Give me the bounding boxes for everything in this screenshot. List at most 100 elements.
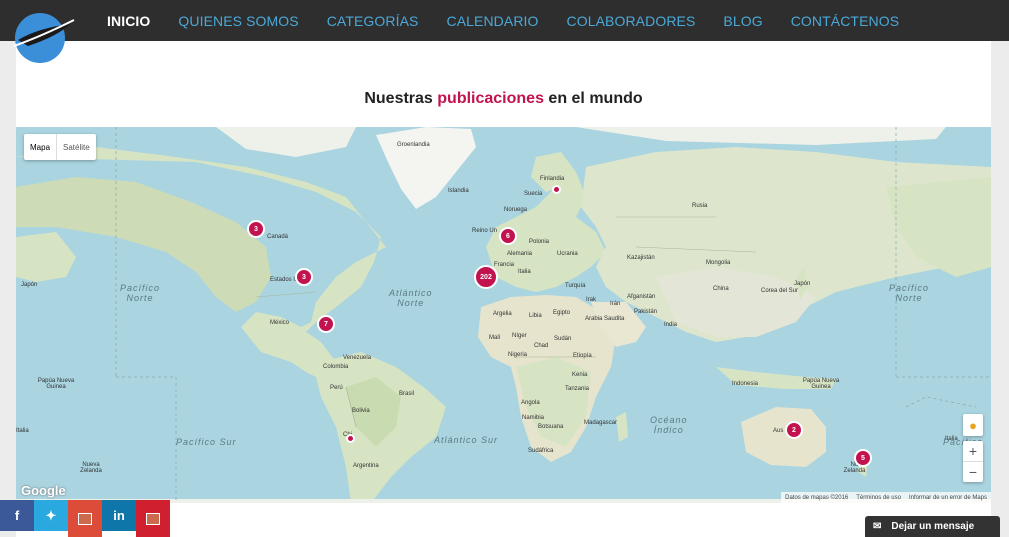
street-view-pegman-icon[interactable]: ● — [963, 414, 983, 436]
terms-link[interactable]: Términos de uso — [852, 495, 905, 501]
leave-message-button[interactable]: ✉ Dejar un mensaje — [865, 516, 1000, 537]
zoom-out-button[interactable]: − — [963, 461, 983, 482]
report-error-link[interactable]: Informar de un error de Maps — [905, 495, 991, 501]
map-data-credit: Datos de mapas ©2016 — [785, 494, 849, 501]
broken-image-icon — [146, 512, 160, 525]
map-label: Tanzania — [565, 386, 590, 392]
map-label: Aus — [773, 428, 784, 434]
map-marker-mexico[interactable]: 7 — [317, 315, 335, 333]
top-navigation-bar: INICIO QUIENES SOMOS CATEGORÍAS CALENDAR… — [0, 0, 1009, 41]
map-label: México — [270, 320, 290, 326]
world-map[interactable]: Mapa Satélite Groenlandia Islandia Finla… — [16, 127, 991, 503]
map-attribution: Datos de mapas ©2016 Términos de uso Inf… — [781, 492, 991, 503]
map-label: Sudán — [554, 336, 572, 342]
zoom-control: + − — [963, 441, 983, 482]
map-label: Etiopía — [573, 353, 592, 359]
map-label: Arabia Saudita — [585, 316, 625, 322]
nav-item-categorias[interactable]: CATEGORÍAS — [327, 13, 419, 29]
map-label: Ucrania — [557, 251, 578, 257]
zoom-in-button[interactable]: + — [963, 441, 983, 461]
map-label: Argelia — [493, 311, 512, 317]
map-label: Níger — [512, 333, 527, 339]
map-marker-chile[interactable] — [346, 434, 355, 443]
map-marker-europe[interactable]: 6 — [499, 227, 517, 245]
main-content: Nuestras publicaciones en el mundo Mapa … — [16, 41, 991, 537]
map-marker-usa[interactable]: 3 — [295, 268, 313, 286]
twitter-icon: ✦ — [45, 507, 57, 523]
map-label: Alemania — [507, 251, 533, 257]
map-label: Italia — [16, 428, 29, 434]
map-label: Sudáfrica — [528, 448, 554, 454]
map-type-satelite[interactable]: Satélite — [57, 134, 96, 160]
google-plus-share-button[interactable] — [68, 500, 102, 537]
broken-image-icon — [78, 512, 92, 525]
linkedin-share-button[interactable]: in — [102, 500, 136, 531]
nav-item-contactenos[interactable]: CONTÁCTENOS — [791, 13, 899, 29]
nav-item-blog[interactable]: BLOG — [723, 13, 762, 29]
map-label: Reino Un — [472, 228, 498, 234]
map-type-control: Mapa Satélite — [24, 134, 96, 160]
map-label: Argentina — [353, 463, 379, 469]
map-label: Kazajistán — [627, 255, 655, 261]
envelope-icon: ✉ — [873, 521, 882, 532]
map-label: Groenlandia — [397, 142, 430, 148]
map-label: Papúa Nueva Guinea — [37, 378, 75, 390]
nav-item-colaboradores[interactable]: COLABORADORES — [567, 13, 696, 29]
map-label: Mongolia — [706, 260, 731, 266]
map-label: Afganistán — [627, 294, 656, 300]
map-label: Chad — [534, 343, 549, 349]
map-marker-spain[interactable]: 202 — [474, 265, 498, 289]
pinterest-share-button[interactable] — [136, 500, 170, 537]
nav-item-inicio[interactable]: INICIO — [107, 13, 150, 29]
map-label: Namibia — [522, 415, 545, 421]
map-label: Kenia — [572, 372, 588, 378]
map-label: Colombia — [323, 364, 349, 370]
map-label: Noruega — [504, 207, 528, 213]
map-label: Turquía — [565, 283, 586, 289]
map-label: Suecia — [524, 191, 543, 197]
map-type-mapa[interactable]: Mapa — [24, 134, 58, 160]
map-marker-canada[interactable]: 3 — [247, 220, 265, 238]
map-marker-australia[interactable]: 2 — [785, 421, 803, 439]
map-label: Islandia — [448, 188, 469, 194]
facebook-share-button[interactable]: f — [0, 500, 34, 531]
map-label: Francia — [494, 262, 515, 268]
map-label: Japón — [794, 281, 811, 287]
map-label: Nigeria — [508, 352, 528, 358]
map-label: Italia — [518, 269, 531, 275]
map-marker-finland[interactable] — [552, 185, 561, 194]
map-label: Bolivia — [352, 408, 370, 414]
map-label: Egipto — [553, 310, 571, 316]
map-label: Finlandia — [540, 176, 565, 182]
map-label: Venezuela — [343, 355, 372, 361]
map-label: Irak — [586, 297, 597, 303]
nav-item-calendario[interactable]: CALENDARIO — [446, 13, 538, 29]
map-label: Libia — [529, 313, 542, 319]
ocean-label: Atlántico Sur — [434, 435, 499, 445]
map-label: Malí — [489, 335, 501, 341]
ocean-label: Pacífico Norte — [120, 283, 161, 303]
ocean-label: Océano Índico — [650, 415, 688, 435]
page-title: Nuestras publicaciones en el mundo — [364, 90, 643, 108]
nav-item-quienes-somos[interactable]: QUIENES SOMOS — [178, 13, 298, 29]
ocean-label: Pacífico Sur — [176, 437, 237, 447]
main-nav: INICIO QUIENES SOMOS CATEGORÍAS CALENDAR… — [100, 0, 913, 41]
map-label: Brasil — [399, 391, 415, 397]
site-logo[interactable] — [8, 6, 76, 66]
map-label: Japón — [21, 282, 38, 288]
google-logo: Google — [21, 483, 66, 498]
ocean-label: Atlántico Norte — [389, 288, 433, 308]
twitter-share-button[interactable]: ✦ — [34, 500, 68, 531]
social-share-bar: f ✦ in — [0, 500, 170, 537]
map-label: Indonesia — [732, 381, 759, 387]
map-label: Corea del Sur — [761, 288, 799, 294]
map-marker-new-zealand[interactable]: 5 — [854, 449, 872, 467]
map-label: Nueva Zelanda — [80, 462, 102, 474]
map-label: Rusia — [692, 203, 708, 209]
map-label: Pakistán — [634, 309, 658, 315]
map-label: Polonia — [529, 239, 550, 245]
map-label: Perú — [330, 385, 343, 391]
map-label: China — [713, 286, 729, 292]
map-label: India — [664, 322, 678, 328]
map-label: Irán — [610, 301, 621, 307]
